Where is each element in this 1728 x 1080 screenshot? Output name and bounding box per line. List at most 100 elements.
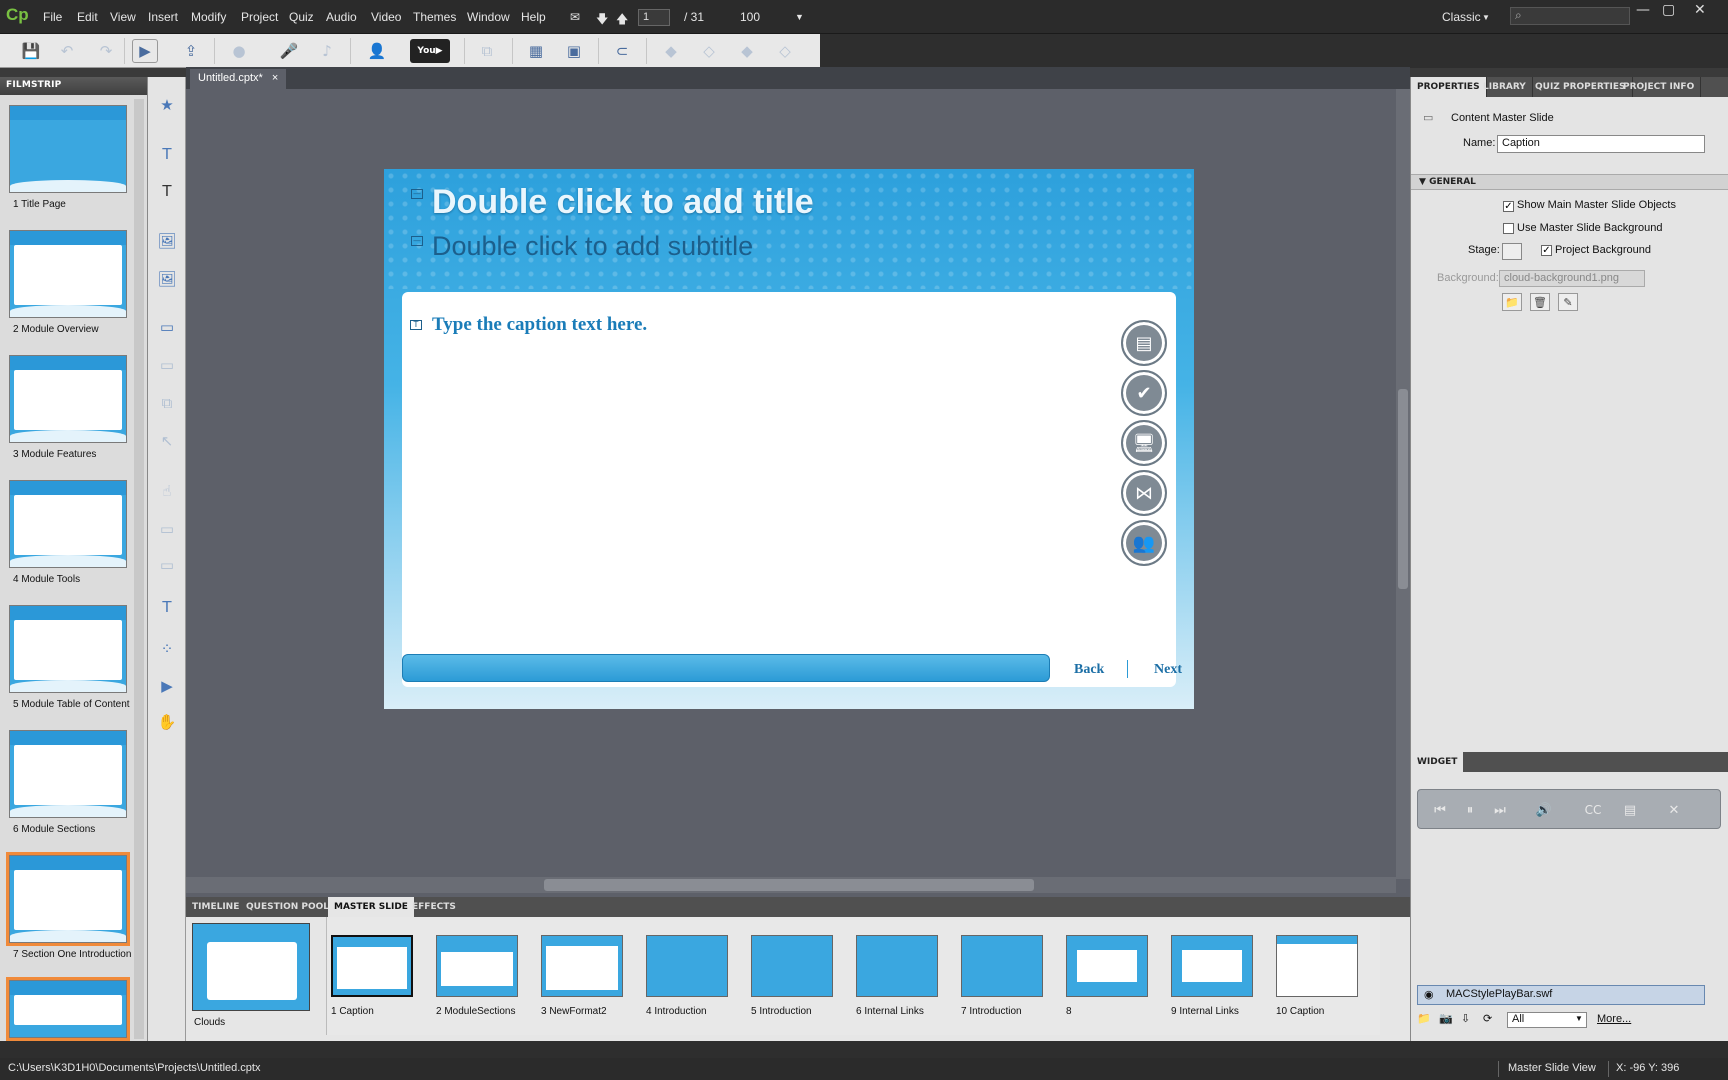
tab-project-info[interactable]: PROJECT INFO xyxy=(1617,77,1702,97)
arrow-down-icon[interactable]: 🡇 xyxy=(596,10,608,31)
trash-icon[interactable]: 🗑 xyxy=(1530,293,1550,311)
layout-thumb-10[interactable] xyxy=(1276,935,1358,997)
mail-icon[interactable]: ✉ xyxy=(570,10,580,24)
slide-canvas[interactable]: — Double click to add title — Double cli… xyxy=(384,169,1194,709)
folder-icon[interactable]: 📁 xyxy=(1502,293,1522,311)
text-animation-icon[interactable]: T xyxy=(155,595,179,619)
minimize-icon[interactable]: — xyxy=(1636,2,1650,18)
layout-thumb-7[interactable] xyxy=(961,935,1043,997)
refresh-icon[interactable]: ⟳ xyxy=(1483,1012,1492,1025)
scrollbar-thumb[interactable] xyxy=(544,879,1034,891)
layout-thumb-9[interactable] xyxy=(1171,935,1253,997)
tab-properties[interactable]: PROPERTIES xyxy=(1411,77,1487,97)
slide-title-placeholder[interactable]: Double click to add title xyxy=(432,183,814,222)
menu-edit[interactable]: Edit xyxy=(77,10,98,24)
tab-widget[interactable]: WIDGET xyxy=(1411,752,1464,772)
layout-thumb-1[interactable] xyxy=(331,935,413,997)
caption-placeholder[interactable]: Type the caption text here. xyxy=(432,314,647,336)
text-entry-box-icon[interactable]: ▭ xyxy=(155,553,179,577)
arrow-up-icon[interactable]: 🡅 xyxy=(616,10,628,31)
people-icon[interactable]: 👥 xyxy=(1121,520,1167,566)
record-icon[interactable]: ● xyxy=(226,39,252,63)
bring-forward-icon[interactable]: ◆ xyxy=(658,39,684,63)
next-button[interactable]: Next xyxy=(1154,662,1182,678)
horizontal-scrollbar[interactable] xyxy=(186,877,1396,893)
undo-icon[interactable]: ↶ xyxy=(54,39,80,63)
widget-folder-icon[interactable]: 📁 xyxy=(1417,1012,1431,1025)
stage-color-picker[interactable] xyxy=(1502,243,1522,260)
menu-quiz[interactable]: Quiz xyxy=(289,10,314,24)
filmstrip-thumb-6[interactable] xyxy=(9,730,127,818)
layout-thumb-5[interactable] xyxy=(751,935,833,997)
filter-dropdown-icon[interactable]: ▼ xyxy=(1575,1014,1583,1023)
tab-timeline[interactable]: TIMELINE xyxy=(186,897,245,917)
audio-icon[interactable]: ♪ xyxy=(314,39,340,63)
characters-icon[interactable]: 👤 xyxy=(364,39,390,63)
tab-master-slide[interactable]: MASTER SLIDE xyxy=(328,897,414,917)
table-icon[interactable]: ▦ xyxy=(523,39,549,63)
effects-icon[interactable]: ⁘ xyxy=(155,637,179,661)
mouse-icon[interactable]: ↖ xyxy=(155,429,179,453)
vertical-scrollbar[interactable] xyxy=(1396,89,1410,879)
menu-project[interactable]: Project xyxy=(241,10,278,24)
use-master-bg-checkbox[interactable] xyxy=(1503,223,1514,234)
maximize-icon[interactable]: ▢ xyxy=(1662,2,1675,18)
zoom-area-icon[interactable]: ⧉ xyxy=(155,391,179,415)
widget-camera-icon[interactable]: 📷 xyxy=(1439,1012,1453,1025)
layout-thumb-4[interactable] xyxy=(646,935,728,997)
image-icon[interactable]: 🖼 xyxy=(155,229,179,253)
menu-window[interactable]: Window xyxy=(467,10,510,24)
menu-modify[interactable]: Modify xyxy=(191,10,226,24)
text-caption-icon[interactable]: T xyxy=(155,142,179,166)
menu-video[interactable]: Video xyxy=(371,10,401,24)
video-icon[interactable]: ▶ xyxy=(155,674,179,698)
button-icon[interactable]: ▭ xyxy=(155,517,179,541)
main-master-thumb[interactable] xyxy=(192,923,310,1011)
monitor-checklist-icon[interactable]: 🖥 xyxy=(1121,420,1167,466)
workspace-switcher[interactable]: Classic xyxy=(1442,10,1481,24)
zoom-level[interactable]: 100 xyxy=(740,10,760,24)
edit-icon[interactable]: ✎ xyxy=(1558,293,1578,311)
redo-icon[interactable]: ↷ xyxy=(93,39,119,63)
star-icon[interactable]: ★ xyxy=(155,93,179,117)
more-link[interactable]: More... xyxy=(1597,1013,1631,1025)
click-box-icon[interactable]: ☝ xyxy=(155,479,179,503)
general-section-header[interactable]: ▼ GENERAL xyxy=(1411,174,1728,190)
workspace-dropdown-icon[interactable]: ▼ xyxy=(1482,13,1490,22)
text-entry-icon[interactable]: T xyxy=(155,179,179,203)
send-to-back-icon[interactable]: ◇ xyxy=(772,39,798,63)
tab-library[interactable]: LIBRARY xyxy=(1477,77,1533,97)
bring-to-front-icon[interactable]: ◆ xyxy=(734,39,760,63)
layout-thumb-3[interactable] xyxy=(541,935,623,997)
filmstrip-thumb-4[interactable] xyxy=(9,480,127,568)
search-input[interactable]: ⌕ xyxy=(1510,7,1630,25)
multi-slide-icon[interactable]: ⧉ xyxy=(474,39,500,63)
slide-number-input[interactable]: 1 xyxy=(638,9,670,26)
rollover-image-icon[interactable]: 🖼 xyxy=(155,267,179,291)
menu-audio[interactable]: Audio xyxy=(326,10,357,24)
close-icon[interactable]: ✕ xyxy=(1694,2,1706,18)
tab-question-pool[interactable]: QUESTION POOL xyxy=(240,897,335,917)
filmstrip-scrollbar[interactable] xyxy=(134,99,144,1039)
back-button[interactable]: Back xyxy=(1074,662,1104,678)
menu-help[interactable]: Help xyxy=(521,10,546,24)
layout-thumb-6[interactable] xyxy=(856,935,938,997)
youtube-icon[interactable]: You▶ xyxy=(410,39,450,63)
layout-thumb-8[interactable] xyxy=(1066,935,1148,997)
layout-thumb-2[interactable] xyxy=(436,935,518,997)
close-tab-icon[interactable]: × xyxy=(272,72,278,84)
microphone-icon[interactable]: 🎤 xyxy=(276,39,302,63)
preview-icon[interactable]: ▶ xyxy=(132,39,158,63)
menu-themes[interactable]: Themes xyxy=(413,10,456,24)
filmstrip-thumb-2[interactable] xyxy=(9,230,127,318)
filmstrip-thumb-5[interactable] xyxy=(9,605,127,693)
share-icon[interactable]: ⋈ xyxy=(1121,470,1167,516)
document-tab[interactable]: Untitled.cptx* × xyxy=(190,69,287,89)
background-field[interactable]: cloud-background1.png xyxy=(1499,270,1645,287)
rollover-slidelet-icon[interactable]: ▭ xyxy=(155,353,179,377)
magnet-icon[interactable]: ⊂ xyxy=(609,39,635,63)
tab-effects[interactable]: EFFECTS xyxy=(406,897,462,917)
menu-file[interactable]: File xyxy=(43,10,62,24)
name-input[interactable]: Caption xyxy=(1497,135,1705,153)
menu-view[interactable]: View xyxy=(110,10,136,24)
